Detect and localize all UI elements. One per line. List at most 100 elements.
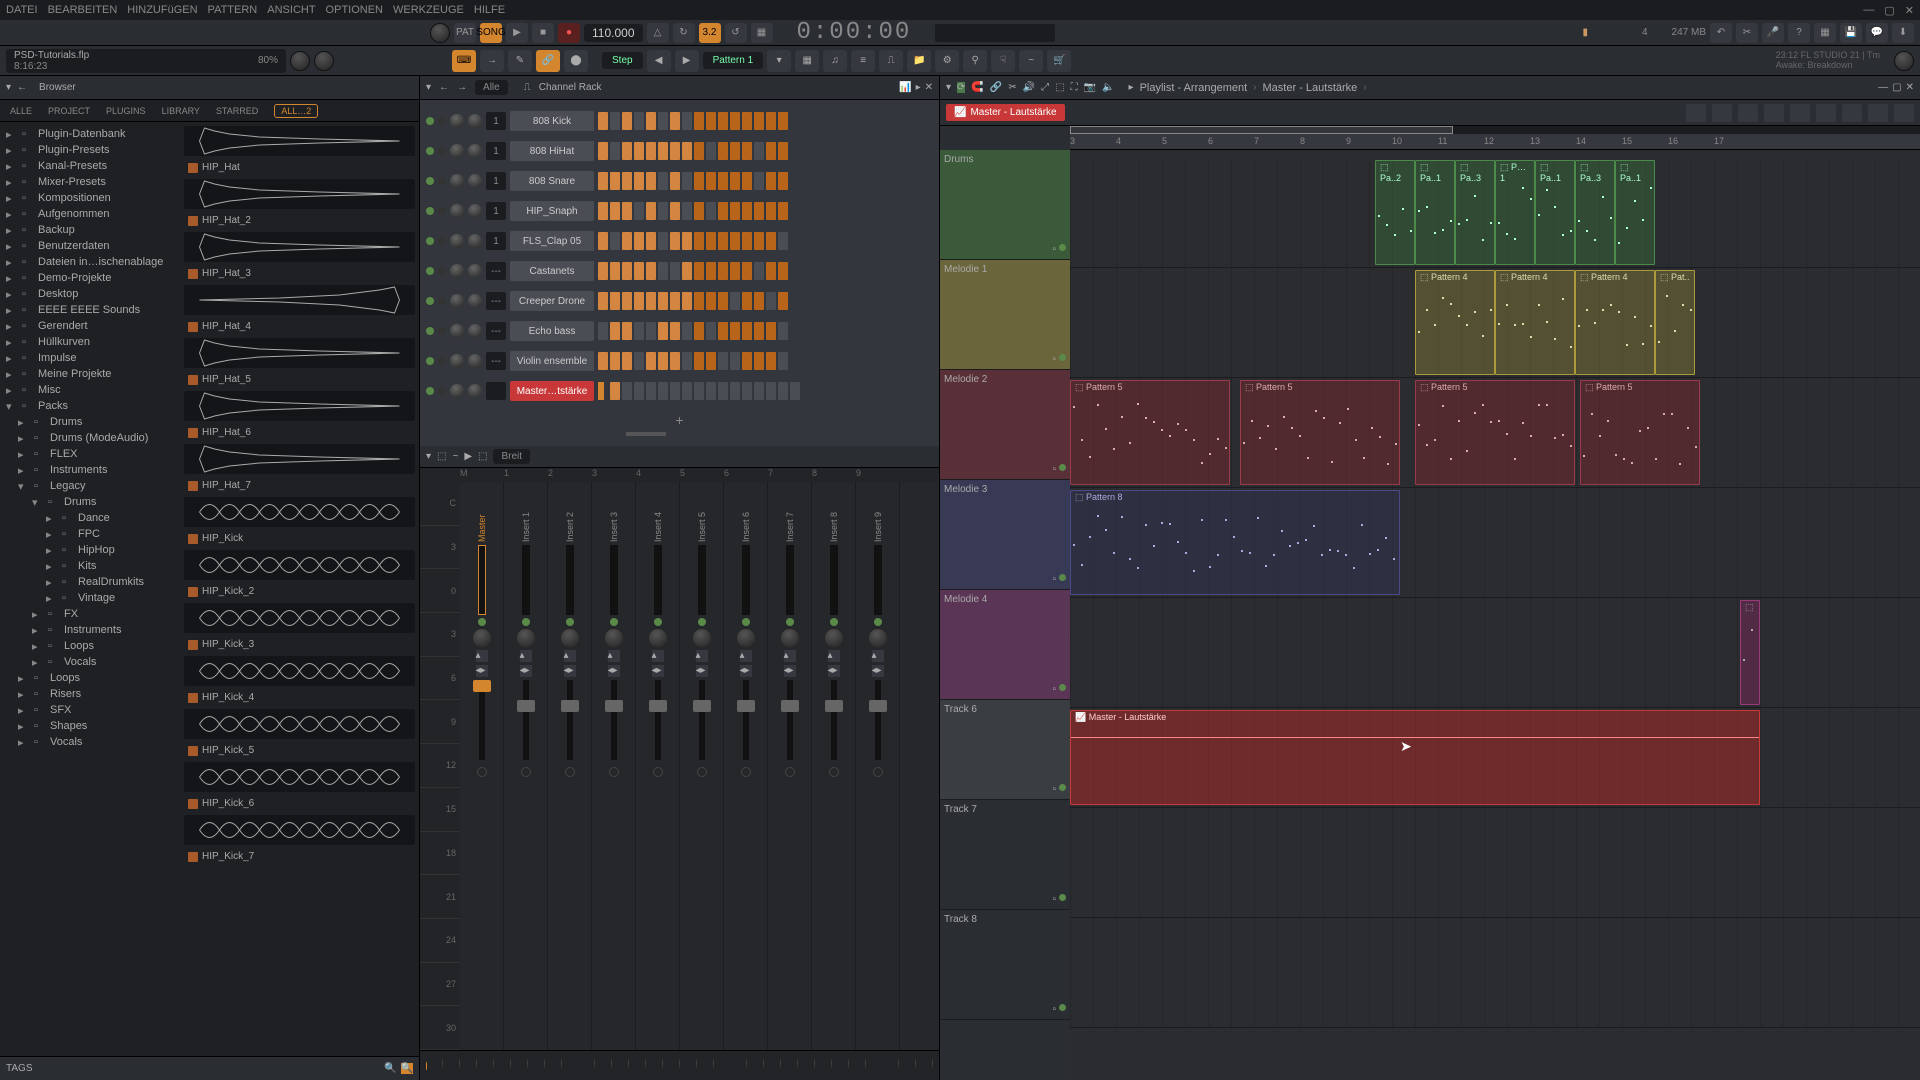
- send-knob[interactable]: [645, 1058, 646, 1074]
- sample-row[interactable]: [184, 762, 415, 792]
- mixer-track-label[interactable]: Insert 9: [873, 486, 883, 542]
- playlist-clip[interactable]: 📈 Master - Lautstärke: [1070, 710, 1760, 805]
- sample-row[interactable]: HIP_Hat_2: [184, 215, 415, 226]
- step-button[interactable]: [754, 382, 764, 400]
- step-prev-button[interactable]: ◀: [647, 50, 671, 72]
- sample-waveform[interactable]: [184, 656, 415, 686]
- mixer-route-button[interactable]: ▴: [476, 650, 488, 662]
- maximize-button[interactable]: ▢: [1884, 4, 1894, 17]
- channel-mixer-num[interactable]: ---: [486, 292, 506, 310]
- channel-vol-knob[interactable]: [468, 174, 482, 188]
- step-button[interactable]: [682, 262, 692, 280]
- mixer-enable-led[interactable]: [522, 618, 530, 626]
- playlist-clip[interactable]: ⬚ Pattern 5: [1240, 380, 1400, 485]
- playlist-clip[interactable]: ⬚ Pattern 4: [1495, 270, 1575, 375]
- playlist-crumb-1[interactable]: Playlist - Arrangement: [1140, 82, 1248, 94]
- cr-expand-button[interactable]: ▸: [916, 82, 921, 93]
- mixer-track-label[interactable]: Insert 5: [697, 486, 707, 542]
- step-button[interactable]: [742, 262, 752, 280]
- sample-row[interactable]: HIP_Hat_5: [184, 374, 415, 385]
- step-button[interactable]: [598, 292, 608, 310]
- step-button[interactable]: [682, 322, 692, 340]
- playlist-clip[interactable]: ⬚ Pa..3: [1455, 160, 1495, 265]
- minimize-button[interactable]: —: [1863, 4, 1874, 16]
- pl-menu-button[interactable]: ▾: [946, 82, 951, 93]
- send-knob[interactable]: [442, 1058, 443, 1074]
- step-button[interactable]: [610, 232, 620, 250]
- sample-row[interactable]: HIP_Hat_4: [184, 321, 415, 332]
- mixer-send-button[interactable]: [521, 767, 531, 777]
- step-button[interactable]: [706, 322, 716, 340]
- step-button[interactable]: [778, 232, 788, 250]
- step-button[interactable]: [718, 112, 728, 130]
- progress-knob[interactable]: [430, 23, 450, 43]
- mixer-stereo-button[interactable]: ◂▸: [608, 665, 620, 677]
- channel-solo-led[interactable]: [438, 237, 446, 245]
- tree-item[interactable]: ▸▫Loops: [2, 670, 178, 686]
- playlist-lane[interactable]: ⬚ Pattern 4⬚ Pattern 4⬚ Pattern 4⬚ Pat..: [1070, 268, 1920, 378]
- mixer-route-button[interactable]: ▴: [784, 650, 796, 662]
- mixer-track[interactable]: Insert 4 ▴ ◂▸: [636, 482, 680, 1050]
- tree-item[interactable]: ▸▫Gerendert: [2, 318, 178, 334]
- channel-rack-button[interactable]: ≡: [851, 50, 875, 72]
- mixer-track-label[interactable]: Master: [477, 486, 487, 542]
- pl-draw-tool[interactable]: [1686, 104, 1706, 122]
- mixer-send-button[interactable]: [873, 767, 883, 777]
- step-button[interactable]: [754, 142, 764, 160]
- tree-item[interactable]: ▸▫Backup: [2, 222, 178, 238]
- mx-play-button[interactable]: ▶: [464, 451, 472, 462]
- send-knob[interactable]: [797, 1058, 798, 1074]
- step-button[interactable]: [730, 292, 740, 310]
- channel-mixer-num[interactable]: ---: [486, 352, 506, 370]
- step-edit-button[interactable]: →: [480, 50, 504, 72]
- sample-waveform[interactable]: [184, 232, 415, 262]
- step-button[interactable]: [682, 142, 692, 160]
- mixer-track[interactable]: Insert 9 ▴ ◂▸: [856, 482, 900, 1050]
- menu-item[interactable]: ANSICHT: [267, 4, 315, 16]
- channel-name-button[interactable]: 808 Snare: [510, 171, 594, 191]
- step-button[interactable]: [778, 262, 788, 280]
- mixer-track[interactable]: Insert 2 ▴ ◂▸: [548, 482, 592, 1050]
- step-button[interactable]: [682, 202, 692, 220]
- send-knob[interactable]: [493, 1058, 494, 1074]
- playlist-clip[interactable]: ⬚ Pa..1: [1415, 160, 1455, 265]
- step-button[interactable]: [646, 352, 656, 370]
- send-knob[interactable]: [679, 1058, 680, 1074]
- tempo-display[interactable]: 110.000: [584, 24, 643, 42]
- tree-item[interactable]: ▸▫Hüllkurven: [2, 334, 178, 350]
- send-knob[interactable]: [459, 1058, 460, 1074]
- track-mute-led[interactable]: [1059, 784, 1066, 791]
- send-knob[interactable]: [898, 1058, 899, 1074]
- pl-erase-tool[interactable]: [1738, 104, 1758, 122]
- record-button[interactable]: ●: [558, 23, 580, 43]
- sample-play-icon[interactable]: [188, 322, 198, 332]
- step-button[interactable]: [634, 172, 644, 190]
- step-button[interactable]: [694, 382, 704, 400]
- plugin-button[interactable]: ⚙: [935, 50, 959, 72]
- step-button[interactable]: [766, 142, 776, 160]
- step-button[interactable]: [634, 322, 644, 340]
- step-button[interactable]: [658, 382, 668, 400]
- send-knob[interactable]: [865, 1058, 866, 1074]
- playlist-lane[interactable]: [1070, 808, 1920, 918]
- browser-tab[interactable]: ALLE: [10, 106, 32, 116]
- step-button[interactable]: [778, 322, 788, 340]
- sample-waveform[interactable]: [184, 709, 415, 739]
- mixer-pan-knob[interactable]: [781, 629, 799, 647]
- step-button[interactable]: [754, 322, 764, 340]
- step-button[interactable]: [622, 322, 632, 340]
- track-mute-led[interactable]: [1059, 464, 1066, 471]
- step-button[interactable]: [598, 172, 608, 190]
- sample-row[interactable]: [184, 497, 415, 527]
- playlist-clip[interactable]: ⬚ Pattern 5: [1415, 380, 1575, 485]
- send-knob[interactable]: [696, 1058, 697, 1074]
- link-button[interactable]: 🔗: [536, 50, 560, 72]
- tree-item[interactable]: ▸▫Misc: [2, 382, 178, 398]
- step-button[interactable]: [778, 112, 788, 130]
- menu-item[interactable]: DATEI: [6, 4, 38, 16]
- step-button[interactable]: [730, 172, 740, 190]
- channel-mute-led[interactable]: [426, 237, 434, 245]
- mixer-pan-knob[interactable]: [825, 629, 843, 647]
- channel-pan-knob[interactable]: [450, 204, 464, 218]
- metronome-button[interactable]: △: [647, 23, 669, 43]
